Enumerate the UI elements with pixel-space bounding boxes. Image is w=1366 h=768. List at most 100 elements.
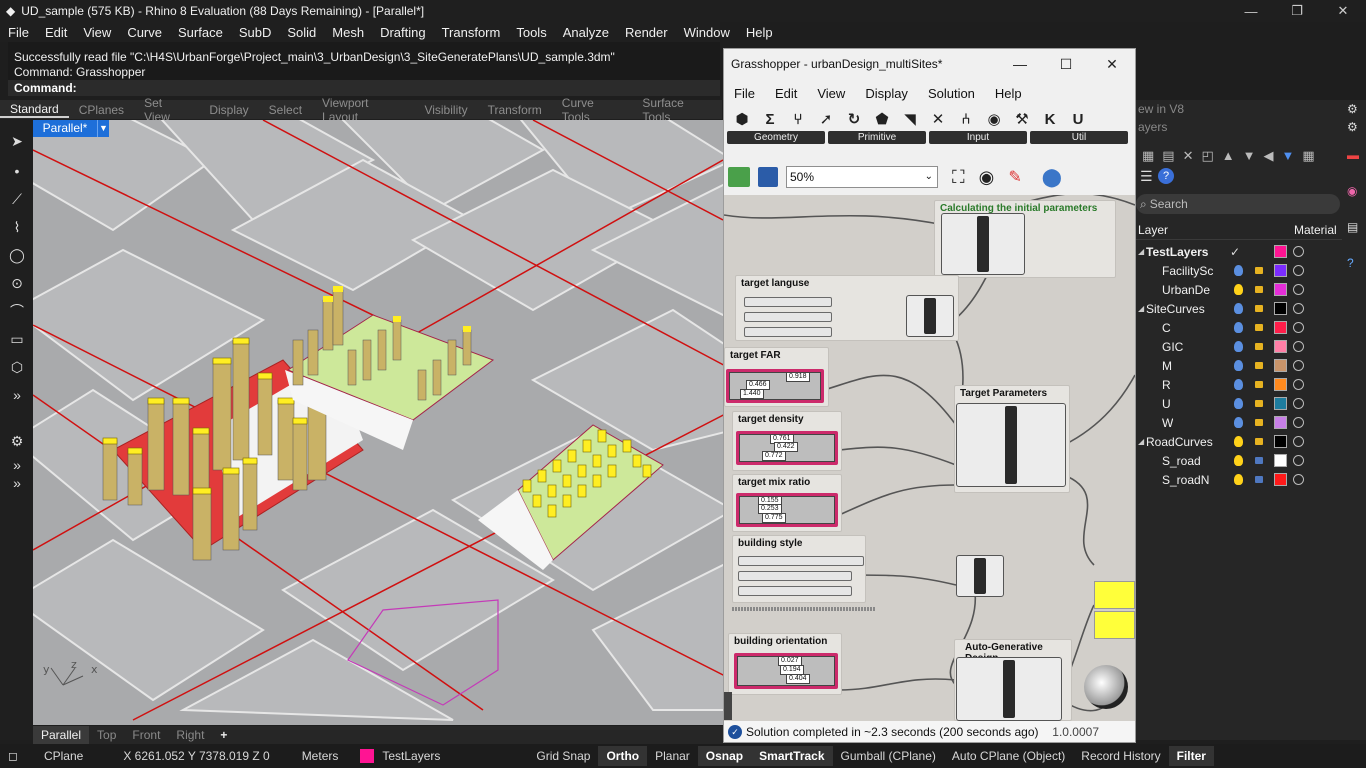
value-list-item[interactable] — [738, 571, 852, 581]
status-units[interactable]: Meters — [294, 749, 347, 763]
material-circle-icon[interactable] — [1293, 246, 1304, 257]
tab-intersect-icon[interactable]: ✕ — [924, 110, 952, 128]
material-circle-icon[interactable] — [1293, 455, 1304, 466]
lock-icon[interactable] — [1255, 286, 1263, 293]
expand-icon[interactable]: ◢ — [1138, 304, 1144, 313]
gh-menu-solution[interactable]: Solution — [918, 86, 985, 101]
toggle-knob-icon[interactable] — [1084, 665, 1128, 709]
layer-color-swatch[interactable] — [1274, 378, 1287, 391]
menu-view[interactable]: View — [75, 25, 119, 40]
tab-standard[interactable]: Standard — [0, 102, 69, 118]
move-left-icon[interactable]: ◀ — [1264, 148, 1274, 164]
tab-surface-icon[interactable]: ⬟ — [868, 110, 896, 128]
layer-row[interactable]: W — [1136, 413, 1342, 432]
grasshopper-canvas[interactable]: Calculating the initial parameters targe… — [724, 195, 1135, 721]
gear-icon[interactable]: ⚙ — [6, 430, 28, 452]
tab-display-icon[interactable]: ◉ — [980, 110, 1008, 128]
zoom-dropdown[interactable]: 50% ⌄ — [786, 166, 938, 188]
lock-icon[interactable] — [1255, 324, 1263, 331]
maximize-button[interactable]: ❐ — [1274, 0, 1320, 22]
component-target-parameters[interactable] — [956, 403, 1066, 487]
menu-solid[interactable]: Solid — [279, 25, 324, 40]
open-folder-icon[interactable] — [728, 167, 750, 187]
material-circle-icon[interactable] — [1293, 436, 1304, 447]
lock-icon[interactable] — [1255, 457, 1263, 464]
value-list-item[interactable] — [744, 312, 832, 322]
curve-icon[interactable]: ⌇ — [6, 216, 28, 238]
help-icon[interactable]: ? — [1158, 168, 1174, 184]
value-list-item[interactable] — [738, 586, 852, 596]
visibility-bulb-icon[interactable] — [1234, 284, 1243, 295]
layer-color-swatch[interactable] — [1274, 264, 1287, 277]
sphere-icon[interactable]: ⬤ — [1042, 167, 1062, 188]
value-list-item[interactable] — [744, 297, 832, 307]
tab-tools-icon[interactable]: ⚒ — [1008, 110, 1036, 128]
layer-color-swatch[interactable] — [1274, 340, 1287, 353]
move-up-icon[interactable]: ▲ — [1222, 148, 1235, 164]
tab-right[interactable]: Right — [168, 728, 212, 742]
layer-color-swatch[interactable] — [1274, 302, 1287, 315]
value-list-item[interactable] — [744, 327, 832, 337]
visibility-bulb-icon[interactable] — [1234, 417, 1243, 428]
menu-analyze[interactable]: Analyze — [555, 25, 617, 40]
visibility-bulb-icon[interactable] — [1234, 436, 1243, 447]
panel-title[interactable]: ayers — [1138, 120, 1167, 134]
column-layer[interactable]: Layer — [1138, 223, 1168, 237]
tab-visibility[interactable]: Visibility — [414, 103, 477, 117]
expand-icon[interactable]: » — [6, 472, 28, 494]
file-icon[interactable]: ▤ — [1347, 220, 1358, 234]
menu-lines-icon[interactable]: ☰ — [1140, 168, 1153, 185]
tab-mesh-icon[interactable]: ◥ — [896, 110, 924, 128]
lock-icon[interactable] — [1255, 267, 1263, 274]
group-geometry[interactable]: Geometry — [727, 131, 825, 144]
gh-menu-edit[interactable]: Edit — [765, 86, 807, 101]
new-layer-icon[interactable]: ▦ — [1142, 148, 1154, 164]
layer-row[interactable]: M — [1136, 356, 1342, 375]
material-circle-icon[interactable] — [1293, 322, 1304, 333]
status-planar[interactable]: Planar — [647, 749, 698, 763]
lock-icon[interactable] — [1255, 381, 1263, 388]
menu-render[interactable]: Render — [617, 25, 676, 40]
lock-icon[interactable] — [1255, 362, 1263, 369]
component-style-merge[interactable] — [956, 555, 1004, 597]
status-layer[interactable]: TestLayers — [374, 749, 448, 763]
preview-eye-icon[interactable]: ◉ — [979, 167, 995, 188]
layer-row[interactable]: S_road — [1136, 451, 1342, 470]
arc-icon[interactable]: ⌒ — [6, 300, 28, 322]
material-circle-icon[interactable] — [1293, 303, 1304, 314]
layer-row[interactable]: C — [1136, 318, 1342, 337]
rectangle-icon[interactable]: ▭ — [6, 328, 28, 350]
status-record-history[interactable]: Record History — [1073, 749, 1168, 763]
material-circle-icon[interactable] — [1293, 474, 1304, 485]
layer-row[interactable]: GIC — [1136, 337, 1342, 356]
layer-color-swatch[interactable] — [1274, 454, 1287, 467]
menu-tools[interactable]: Tools — [508, 25, 554, 40]
tab-front[interactable]: Front — [124, 728, 168, 742]
layer-color-swatch[interactable] — [1274, 416, 1287, 429]
lock-icon[interactable] — [1255, 400, 1263, 407]
far-slider[interactable]: 0.918 0.466 1.440 — [726, 369, 824, 403]
group-util[interactable]: Util — [1030, 131, 1128, 144]
column-material[interactable]: Material — [1294, 223, 1337, 237]
group-input[interactable]: Input — [929, 131, 1027, 144]
status-auto-cplane[interactable]: Auto CPlane (Object) — [944, 749, 1073, 763]
status-filter[interactable]: Filter — [1168, 746, 1214, 766]
material-circle-icon[interactable] — [1293, 341, 1304, 352]
tab-transform-icon[interactable]: ⑃ — [952, 111, 980, 128]
grid-icon[interactable]: ▦ — [1302, 148, 1314, 164]
density-slider[interactable]: 0.761 0.422 0.772 — [736, 431, 838, 465]
lock-icon[interactable] — [1255, 305, 1263, 312]
layer-row[interactable]: S_roadN — [1136, 470, 1342, 489]
gh-menu-view[interactable]: View — [807, 86, 855, 101]
layer-row[interactable]: UrbanDe — [1136, 280, 1342, 299]
gh-menu-help[interactable]: Help — [985, 86, 1032, 101]
command-prompt[interactable]: Command: — [8, 80, 720, 96]
gh-menu-file[interactable]: File — [724, 86, 765, 101]
select-arrow-icon[interactable]: ➤ — [6, 130, 28, 152]
viewport[interactable]: y z x — [33, 120, 723, 725]
tab-curve-icon[interactable]: ↻ — [840, 110, 868, 128]
search-field[interactable]: ⌕ Search — [1136, 194, 1340, 214]
layer-color-swatch[interactable] — [1274, 397, 1287, 410]
visibility-bulb-icon[interactable] — [1234, 398, 1243, 409]
tab-transform[interactable]: Transform — [478, 103, 552, 117]
